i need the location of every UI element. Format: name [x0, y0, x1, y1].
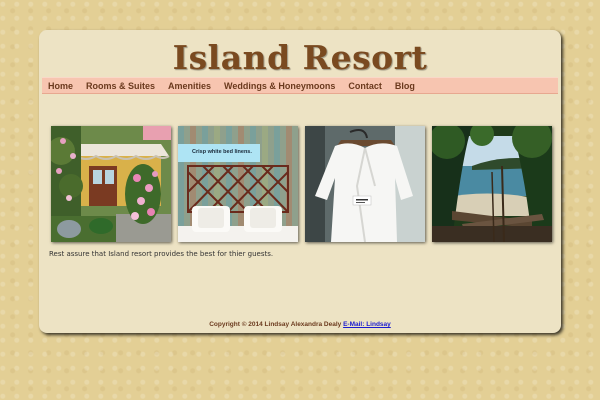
- description-text: Rest assure that Island resort provides …: [49, 250, 274, 258]
- nav-rooms-suites[interactable]: Rooms & Suites: [86, 81, 155, 91]
- nav-blog[interactable]: Blog: [395, 81, 415, 91]
- email-link[interactable]: E-Mail: Lindsay: [343, 321, 391, 328]
- nav-weddings-honeymoons[interactable]: Weddings & Honeymoons: [224, 81, 335, 91]
- nav-amenities[interactable]: Amenities: [168, 81, 211, 91]
- photo-bed-linens[interactable]: Crisp white bed linens.: [178, 126, 298, 242]
- photo-beach[interactable]: [432, 126, 552, 242]
- photo-garden-villa[interactable]: [51, 126, 171, 242]
- page-container: Island Resort Home Rooms & Suites Amenit…: [39, 30, 561, 333]
- main-nav: Home Rooms & Suites Amenities Weddings &…: [42, 77, 558, 94]
- site-title: Island Resort: [172, 38, 428, 77]
- footer: Copyright © 2014 Lindsay Alexandra Dealy…: [39, 321, 561, 328]
- nav-contact[interactable]: Contact: [348, 81, 382, 91]
- copyright-text: Copyright © 2014 Lindsay Alexandra Dealy: [209, 321, 342, 328]
- photo-caption: Crisp white bed linens.: [178, 144, 260, 162]
- photo-bathrobe[interactable]: [305, 126, 425, 242]
- photo-gallery: Crisp white bed linens.: [51, 126, 553, 242]
- nav-home[interactable]: Home: [48, 81, 73, 91]
